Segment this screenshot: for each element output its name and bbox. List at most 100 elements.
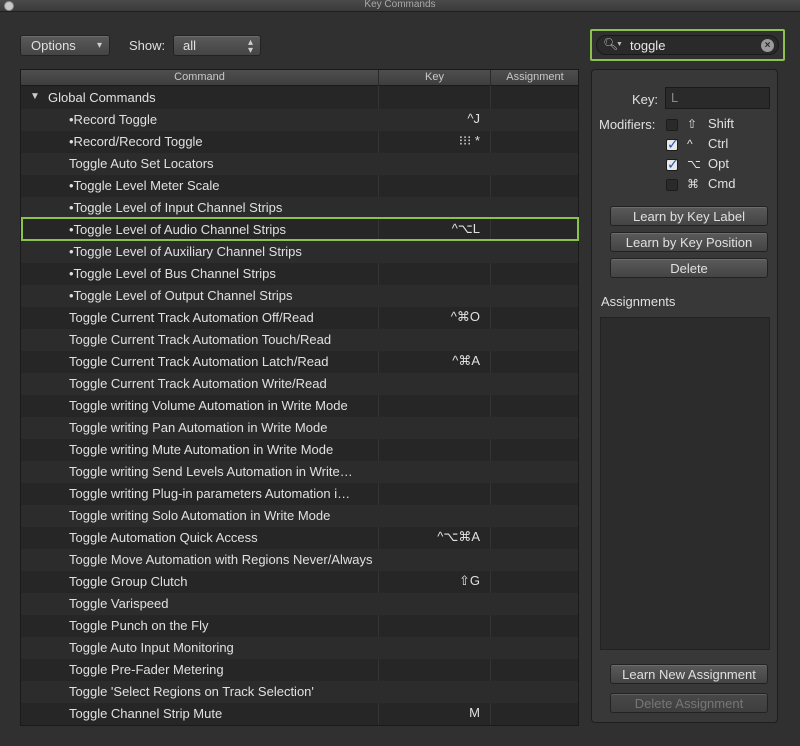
table-row[interactable]: Toggle writing Solo Automation in Write …: [21, 505, 578, 527]
key-commands-table[interactable]: Command Key Assignment ▼ Global Commands •…: [20, 69, 579, 726]
command-cell: •Record/Record Toggle: [69, 134, 203, 149]
show-popup[interactable]: all ▴ ▾: [173, 35, 261, 56]
command-cell: Toggle writing Mute Automation in Write …: [69, 442, 334, 457]
table-row[interactable]: Toggle Group Clutch ⇧G: [21, 571, 578, 593]
command-cell: Toggle Channel Strip Mute: [69, 706, 223, 721]
learn-by-key-position-button[interactable]: Learn by Key Position: [610, 232, 768, 252]
modifier-checkbox-opt[interactable]: [666, 156, 679, 173]
table-row[interactable]: Toggle Current Track Automation Latch/Re…: [21, 351, 578, 373]
group-row-global-commands[interactable]: ▼ Global Commands: [21, 87, 578, 109]
options-popup[interactable]: Options ▾: [20, 35, 110, 56]
learn-new-assignment-button[interactable]: Learn New Assignment: [610, 664, 768, 684]
command-cell: •Toggle Level of Auxiliary Channel Strip…: [69, 244, 302, 259]
table-row[interactable]: Toggle Punch on the Fly: [21, 615, 578, 637]
table-row[interactable]: •Toggle Level of Audio Channel Strips ^⌥L: [21, 219, 578, 241]
modifier-symbol: ⇧: [687, 117, 698, 131]
modifier-checkbox-ctrl[interactable]: [666, 136, 679, 153]
modifier-symbol: ⌘: [687, 177, 699, 191]
command-cell: Toggle Automation Quick Access: [69, 530, 258, 545]
command-cell: Toggle Current Track Automation Write/Re…: [69, 376, 327, 391]
assignments-list[interactable]: [600, 317, 770, 650]
learn-by-key-label-button[interactable]: Learn by Key Label: [610, 206, 768, 226]
command-cell: •Toggle Level of Bus Channel Strips: [69, 266, 276, 281]
assignments-label: Assignments: [601, 294, 676, 309]
command-cell: Toggle writing Send Levels Automation in…: [69, 464, 353, 479]
modifier-checkbox-cmd[interactable]: [666, 179, 678, 191]
table-row[interactable]: Toggle Current Track Automation Off/Read…: [21, 307, 578, 329]
key-cell: ⇧G: [458, 573, 480, 588]
command-cell: Toggle writing Solo Automation in Write …: [69, 508, 331, 523]
search-input[interactable]: 🔍︎ ▼ toggle ×: [596, 35, 779, 55]
table-row[interactable]: •Toggle Level Meter Scale: [21, 175, 578, 197]
window-title: Key Commands: [364, 0, 436, 10]
key-cell: ^⌥⌘A: [437, 529, 480, 544]
modifier-symbol: ^: [687, 137, 693, 151]
triangle-down-icon[interactable]: ▼: [30, 91, 40, 102]
table-row[interactable]: Toggle Varispeed: [21, 593, 578, 615]
key-cell: ⁝⁝⁝ *: [458, 133, 480, 148]
command-cell: Toggle Move Automation with Regions Neve…: [69, 552, 373, 567]
command-cell: Toggle Auto Set Locators: [69, 156, 214, 171]
table-row[interactable]: Toggle Current Track Automation Write/Re…: [21, 373, 578, 395]
modifier-label: Cmd: [708, 176, 736, 191]
table-row[interactable]: Toggle 'Select Regions on Track Selectio…: [21, 681, 578, 703]
search-value: toggle: [630, 38, 666, 53]
table-row[interactable]: Toggle writing Volume Automation in Writ…: [21, 395, 578, 417]
table-row[interactable]: Toggle writing Plug-in parameters Automa…: [21, 483, 578, 505]
table-row[interactable]: Toggle Current Track Automation Touch/Re…: [21, 329, 578, 351]
table-row[interactable]: •Toggle Level of Bus Channel Strips: [21, 263, 578, 285]
show-value: all: [183, 38, 197, 53]
table-row[interactable]: Toggle writing Mute Automation in Write …: [21, 439, 578, 461]
table-row[interactable]: •Record Toggle ^J: [21, 109, 578, 131]
delete-assignment-button: Delete Assignment: [610, 693, 768, 713]
command-cell: •Toggle Level of Output Channel Strips: [69, 288, 293, 303]
command-cell: •Toggle Level Meter Scale: [69, 178, 220, 193]
table-row[interactable]: Toggle Automation Quick Access ^⌥⌘A: [21, 527, 578, 549]
chevron-down-icon: ▾: [96, 40, 102, 51]
table-row[interactable]: Toggle Pre-Fader Metering: [21, 659, 578, 681]
key-cell: ^⌘O: [450, 309, 480, 324]
command-cell: Toggle writing Pan Automation in Write M…: [69, 420, 328, 435]
column-header-key[interactable]: Key: [379, 71, 490, 83]
search-menu-chevron-icon[interactable]: ▼: [616, 41, 623, 48]
command-cell: Toggle 'Select Regions on Track Selectio…: [69, 684, 314, 699]
table-row[interactable]: Toggle Auto Input Monitoring: [21, 637, 578, 659]
command-cell: Toggle Current Track Automation Touch/Re…: [69, 332, 332, 347]
command-cell: •Toggle Level of Audio Channel Strips: [69, 222, 287, 237]
search-highlight: 🔍︎ ▼ toggle ×: [590, 29, 785, 61]
table-row[interactable]: •Toggle Level of Auxiliary Channel Strip…: [21, 241, 578, 263]
updown-arrows-icon: ▴ ▾: [247, 37, 253, 56]
modifiers-label: Modifiers:: [599, 117, 656, 132]
command-cell: Toggle Current Track Automation Off/Read: [69, 310, 314, 325]
delete-button[interactable]: Delete: [610, 258, 768, 278]
group-label: Global Commands: [48, 90, 156, 105]
modifier-label: Opt: [708, 156, 729, 171]
command-cell: Toggle Varispeed: [69, 596, 169, 611]
column-header-command[interactable]: Command: [21, 71, 378, 83]
table-header: Command Key Assignment: [21, 70, 578, 86]
command-cell: Toggle Punch on the Fly: [69, 618, 209, 633]
key-cell: M: [469, 705, 480, 720]
command-cell: Toggle Pre-Fader Metering: [69, 662, 224, 677]
command-cell: Toggle writing Volume Automation in Writ…: [69, 398, 348, 413]
table-row[interactable]: Toggle Channel Strip Mute M: [21, 703, 578, 725]
key-field[interactable]: L: [665, 87, 770, 109]
modifier-label: Shift: [708, 116, 735, 131]
command-cell: •Toggle Level of Input Channel Strips: [69, 200, 283, 215]
table-row[interactable]: •Record/Record Toggle ⁝⁝⁝ *: [21, 131, 578, 153]
assignment-panel: Key: L Modifiers: ⇧ Shift ^ Ctrl ⌥ Opt ⌘ Cmd Le…: [591, 69, 778, 723]
modifier-checkbox-shift[interactable]: [666, 119, 678, 131]
command-cell: Toggle Current Track Automation Latch/Re…: [69, 354, 329, 369]
clear-circle-icon[interactable]: ×: [761, 39, 774, 52]
table-row[interactable]: Toggle writing Send Levels Automation in…: [21, 461, 578, 483]
table-row[interactable]: •Toggle Level of Input Channel Strips: [21, 197, 578, 219]
show-label: Show:: [129, 38, 166, 53]
command-cell: Toggle Auto Input Monitoring: [69, 640, 234, 655]
column-header-assignment[interactable]: Assignment: [491, 71, 578, 83]
table-row[interactable]: Toggle writing Pan Automation in Write M…: [21, 417, 578, 439]
table-row[interactable]: Toggle Auto Set Locators: [21, 153, 578, 175]
table-row[interactable]: •Toggle Level of Output Channel Strips: [21, 285, 578, 307]
command-cell: Toggle writing Plug-in parameters Automa…: [69, 486, 351, 501]
command-cell: Toggle Group Clutch: [69, 574, 188, 589]
table-row[interactable]: Toggle Move Automation with Regions Neve…: [21, 549, 578, 571]
